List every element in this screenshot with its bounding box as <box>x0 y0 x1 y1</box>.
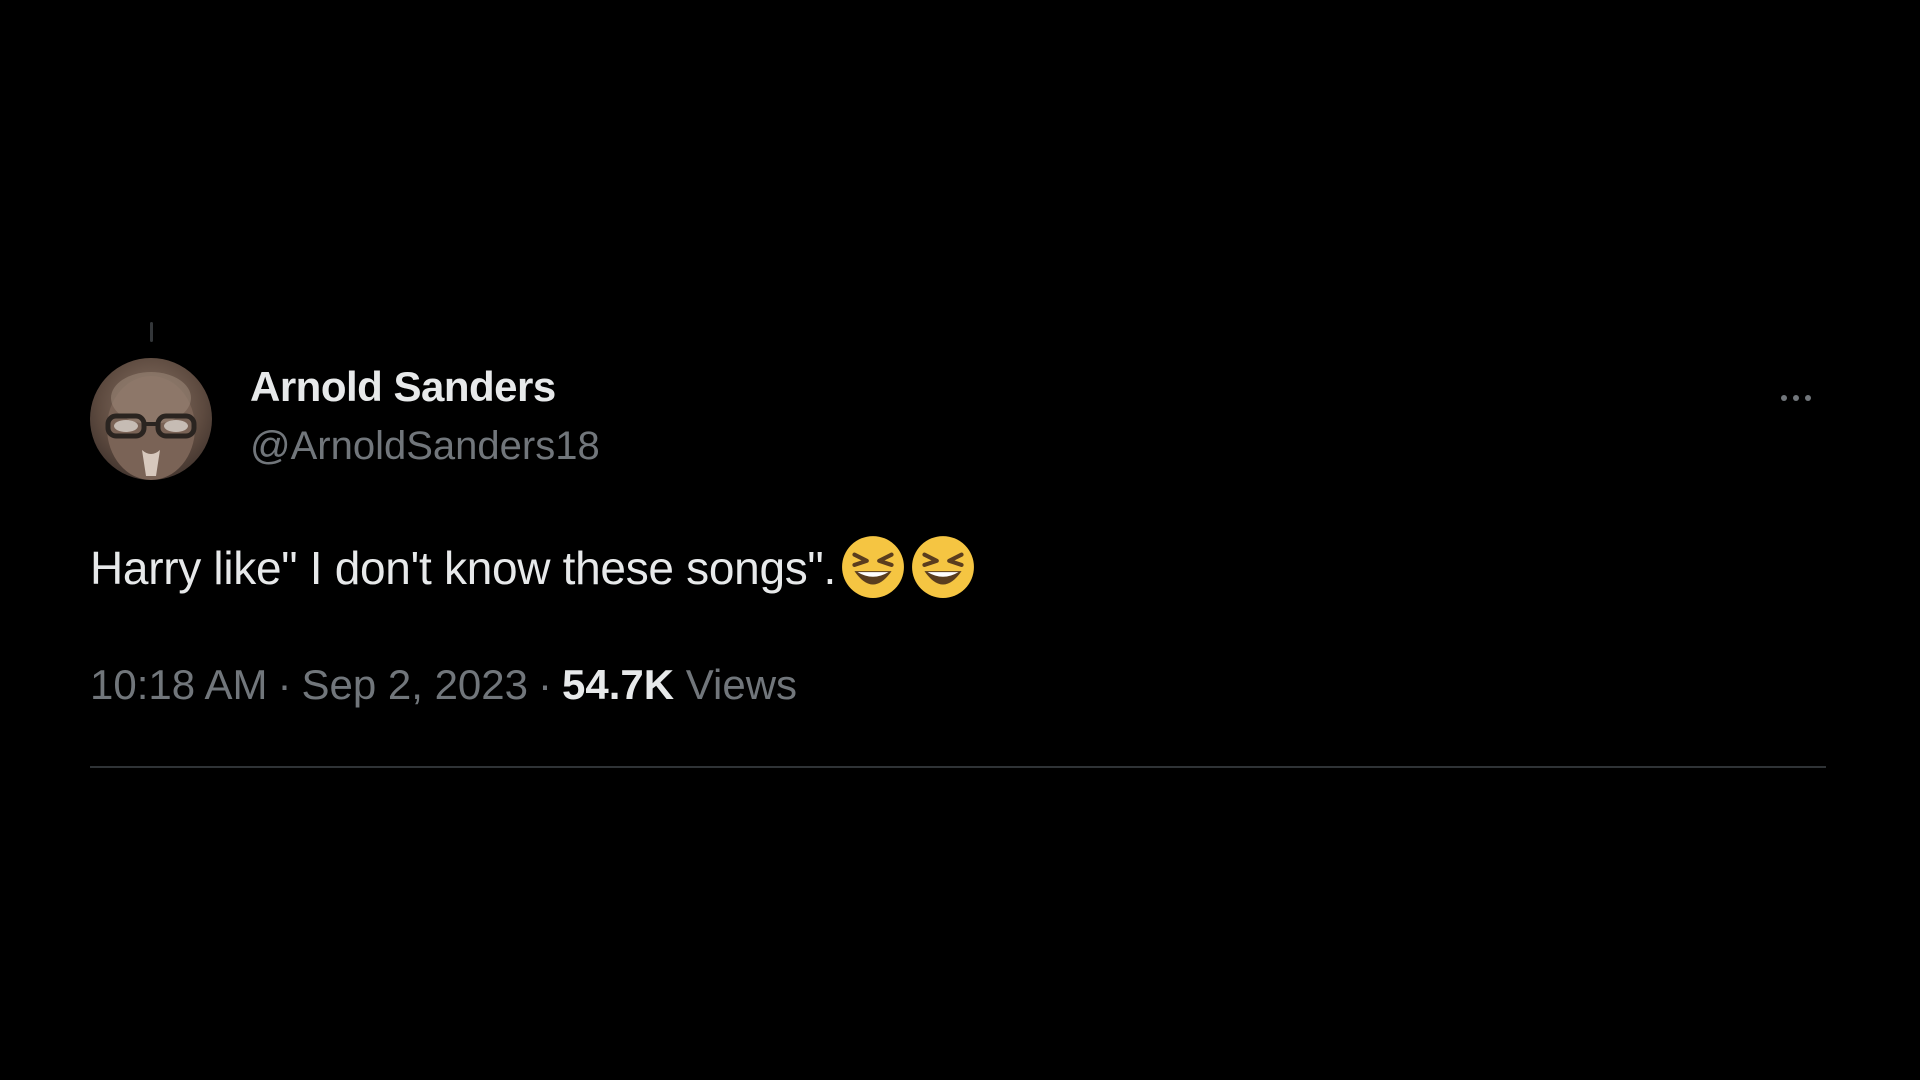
more-options-button[interactable] <box>1766 378 1826 418</box>
views-label: Views <box>685 661 798 708</box>
divider <box>90 766 1826 768</box>
tweet-metadata: 10:18 AM · Sep 2, 2023 · 54.7K Views <box>90 658 797 712</box>
thread-connector-line <box>150 322 153 342</box>
tweet-text-content: Harry like" I don't know these songs". <box>90 542 836 594</box>
grinning-squinting-face-icon <box>912 536 974 598</box>
author-handle[interactable]: @ArnoldSanders18 <box>250 420 600 472</box>
views-count: 54.7K <box>562 661 675 708</box>
meta-separator: · <box>277 661 292 708</box>
tweet-date[interactable]: Sep 2, 2023 <box>301 661 528 708</box>
more-icon-dot <box>1793 395 1799 401</box>
author-info: Arnold Sanders @ArnoldSanders18 <box>250 360 600 472</box>
avatar-photo <box>105 372 197 480</box>
tweet-header: Arnold Sanders @ArnoldSanders18 <box>90 358 1826 482</box>
tweet-time[interactable]: 10:18 AM <box>90 661 267 708</box>
author-name[interactable]: Arnold Sanders <box>250 360 600 414</box>
tweet[interactable]: Arnold Sanders @ArnoldSanders18 Harry li… <box>90 310 1826 770</box>
tweet-text: Harry like" I don't know these songs". <box>90 534 976 600</box>
more-icon-dot <box>1805 395 1811 401</box>
grinning-squinting-face-icon <box>842 536 904 598</box>
more-icon-dot <box>1781 395 1787 401</box>
avatar[interactable] <box>90 358 212 480</box>
meta-separator: · <box>538 661 552 708</box>
